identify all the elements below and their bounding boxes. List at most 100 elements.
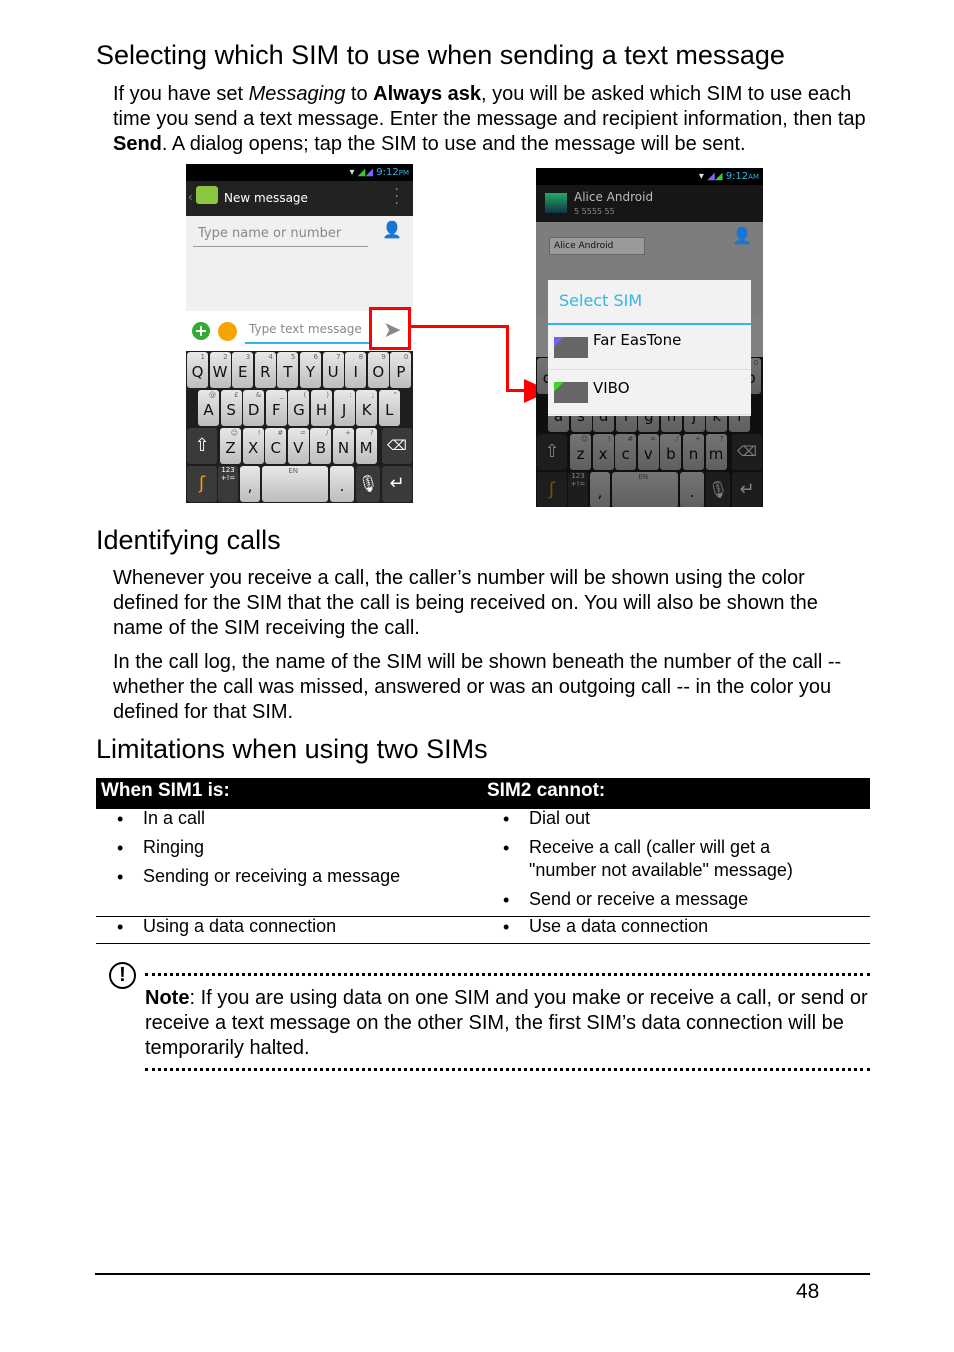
keyboard-key[interactable]: R4	[254, 352, 276, 388]
key-label: U	[327, 363, 339, 381]
key-alt-label: @	[209, 391, 216, 399]
key-label: m	[708, 445, 724, 463]
bullet: •	[117, 867, 124, 887]
keyboard-key[interactable]: L "	[378, 390, 400, 426]
key-label: v	[643, 445, 653, 463]
keyboard-key[interactable]: S £	[220, 390, 242, 426]
page-number: 48	[796, 1280, 820, 1303]
keyboard-key[interactable]: A @	[198, 390, 219, 426]
key-alt-label: ☺	[230, 429, 238, 437]
key-label: T	[283, 363, 293, 381]
key-label: +!=	[570, 480, 586, 488]
keyboard-key[interactable]: ,	[590, 472, 610, 507]
keyboard-key[interactable]: K;	[356, 390, 378, 426]
keyboard-key[interactable]: P0	[390, 352, 412, 388]
keyboard-key[interactable]: F _	[265, 390, 287, 426]
emoji-icon[interactable]	[218, 322, 237, 341]
keyboard-key[interactable]: Y6	[300, 352, 321, 388]
keyboard-key[interactable]: ⇧	[187, 428, 217, 464]
keyboard-key[interactable]: Z ☺	[220, 428, 241, 464]
keyboard-key[interactable]: 123 +!=	[568, 472, 588, 507]
microphone-icon: 🎙	[707, 480, 729, 499]
keyboard-key[interactable]: Q1	[187, 352, 208, 388]
keyboard-key[interactable]: z ☺	[570, 434, 591, 470]
sim-color-icon	[554, 382, 588, 403]
key-alt-label: #	[627, 435, 634, 443]
keyboard-key[interactable]: W2	[209, 352, 231, 388]
keyboard-key[interactable]: B /	[310, 428, 332, 464]
keyboard-key[interactable]: U7	[322, 352, 344, 388]
keyboard-key[interactable]: b /	[660, 434, 682, 470]
section-title-limitations: Limitations when using two SIMs	[96, 734, 488, 764]
keyboard-key[interactable]: H)	[311, 390, 332, 426]
keyboard-key[interactable]: J:	[333, 390, 355, 426]
keyboard-key[interactable]: ⌫	[732, 434, 762, 470]
keyboard-key[interactable]: 123 +!=	[218, 466, 238, 502]
action-bar: ‹ New message · · ·	[186, 181, 413, 216]
keyboard-key[interactable]: G(	[288, 390, 310, 426]
recipient-input[interactable]: Type name or number	[193, 221, 368, 247]
keyboard-key[interactable]: .	[330, 466, 354, 502]
keyboard-key[interactable]: E3	[232, 352, 254, 388]
keyboard-key[interactable]: N +	[333, 428, 354, 464]
section-title-identifying-calls: Identifying calls	[96, 525, 281, 555]
keyboard-key[interactable]: ʃ	[187, 466, 217, 502]
keyboard-key[interactable]: V =	[287, 428, 309, 464]
keyboard-key[interactable]: C #	[265, 428, 287, 464]
sim-option[interactable]: Far EasTone	[548, 325, 751, 370]
key-label: Z	[225, 439, 236, 457]
status-bar: ▾ ◢◢ 9:12PM	[186, 164, 413, 181]
intro-text-run: to	[345, 83, 374, 105]
keyboard-key[interactable]: ↵	[732, 472, 762, 507]
table-cell-item: Using a data connection	[143, 916, 337, 936]
keyboard-key[interactable]: X!	[242, 428, 264, 464]
arrow-line	[506, 389, 526, 392]
keyboard-key[interactable]: ʃ	[537, 472, 567, 507]
key-label: D	[247, 401, 260, 419]
keyboard-key[interactable]: I8	[345, 352, 367, 388]
keyboard-key[interactable]: ⇧	[537, 434, 567, 470]
key-label: J	[341, 401, 347, 419]
keyboard-key[interactable]: ⌫	[382, 428, 412, 464]
keyboard-key[interactable]: M?	[355, 428, 377, 464]
contact-photo	[545, 193, 567, 213]
space-key[interactable]: EN	[612, 472, 678, 507]
key-label: 123	[221, 466, 235, 474]
recipient-chip[interactable]: Alice Android	[549, 237, 645, 255]
keyboard-key[interactable]: v =	[637, 434, 659, 470]
key-label: .	[339, 477, 345, 495]
keyboard-key[interactable]: c #	[615, 434, 637, 470]
table-cell-item: Sending or receiving a message	[143, 866, 401, 886]
add-contact-icon[interactable]: 👤	[382, 220, 402, 239]
key-label: +!=	[220, 474, 236, 482]
key-alt-label: 3	[245, 353, 251, 361]
keyboard-key[interactable]: .	[680, 472, 704, 507]
note-bottom-dotted-rule	[145, 1068, 870, 1071]
note-text: Note: If you are using data on one SIM a…	[145, 986, 870, 1061]
keyboard-key[interactable]: 🎙	[356, 466, 380, 502]
space-key[interactable]: EN	[262, 466, 328, 502]
contact-name: Alice Android	[574, 190, 654, 204]
bullet: •	[503, 890, 510, 910]
keyboard-key[interactable]: O9	[367, 352, 389, 388]
identifying-paragraph-1: Whenever you receive a call, the caller’…	[113, 567, 818, 639]
footer-rule	[95, 1273, 870, 1275]
keyboard-key[interactable]: T5	[277, 352, 299, 388]
keyboard-key[interactable]: ,	[240, 466, 260, 502]
shift-icon: ⇧	[194, 435, 210, 456]
keyboard-key[interactable]: x!	[592, 434, 614, 470]
keyboard-key[interactable]: D &	[243, 390, 265, 426]
add-contact-icon[interactable]: 👤	[732, 226, 752, 245]
sim-option[interactable]: VIBO	[548, 370, 751, 415]
attach-icon[interactable]: +	[192, 322, 210, 340]
key-label: E	[237, 363, 248, 381]
keyboard-key[interactable]: m?	[705, 434, 727, 470]
keyboard-key[interactable]: ↵	[382, 466, 412, 502]
keyboard-key[interactable]: 🎙	[706, 472, 730, 507]
bullet: •	[117, 838, 124, 858]
overflow-menu-icon[interactable]: · · ·	[395, 183, 399, 211]
keyboard-key[interactable]: n +	[683, 434, 704, 470]
key-label: X	[247, 439, 259, 457]
message-input[interactable]: Type text message	[245, 317, 371, 344]
back-icon[interactable]: ‹	[188, 190, 193, 204]
